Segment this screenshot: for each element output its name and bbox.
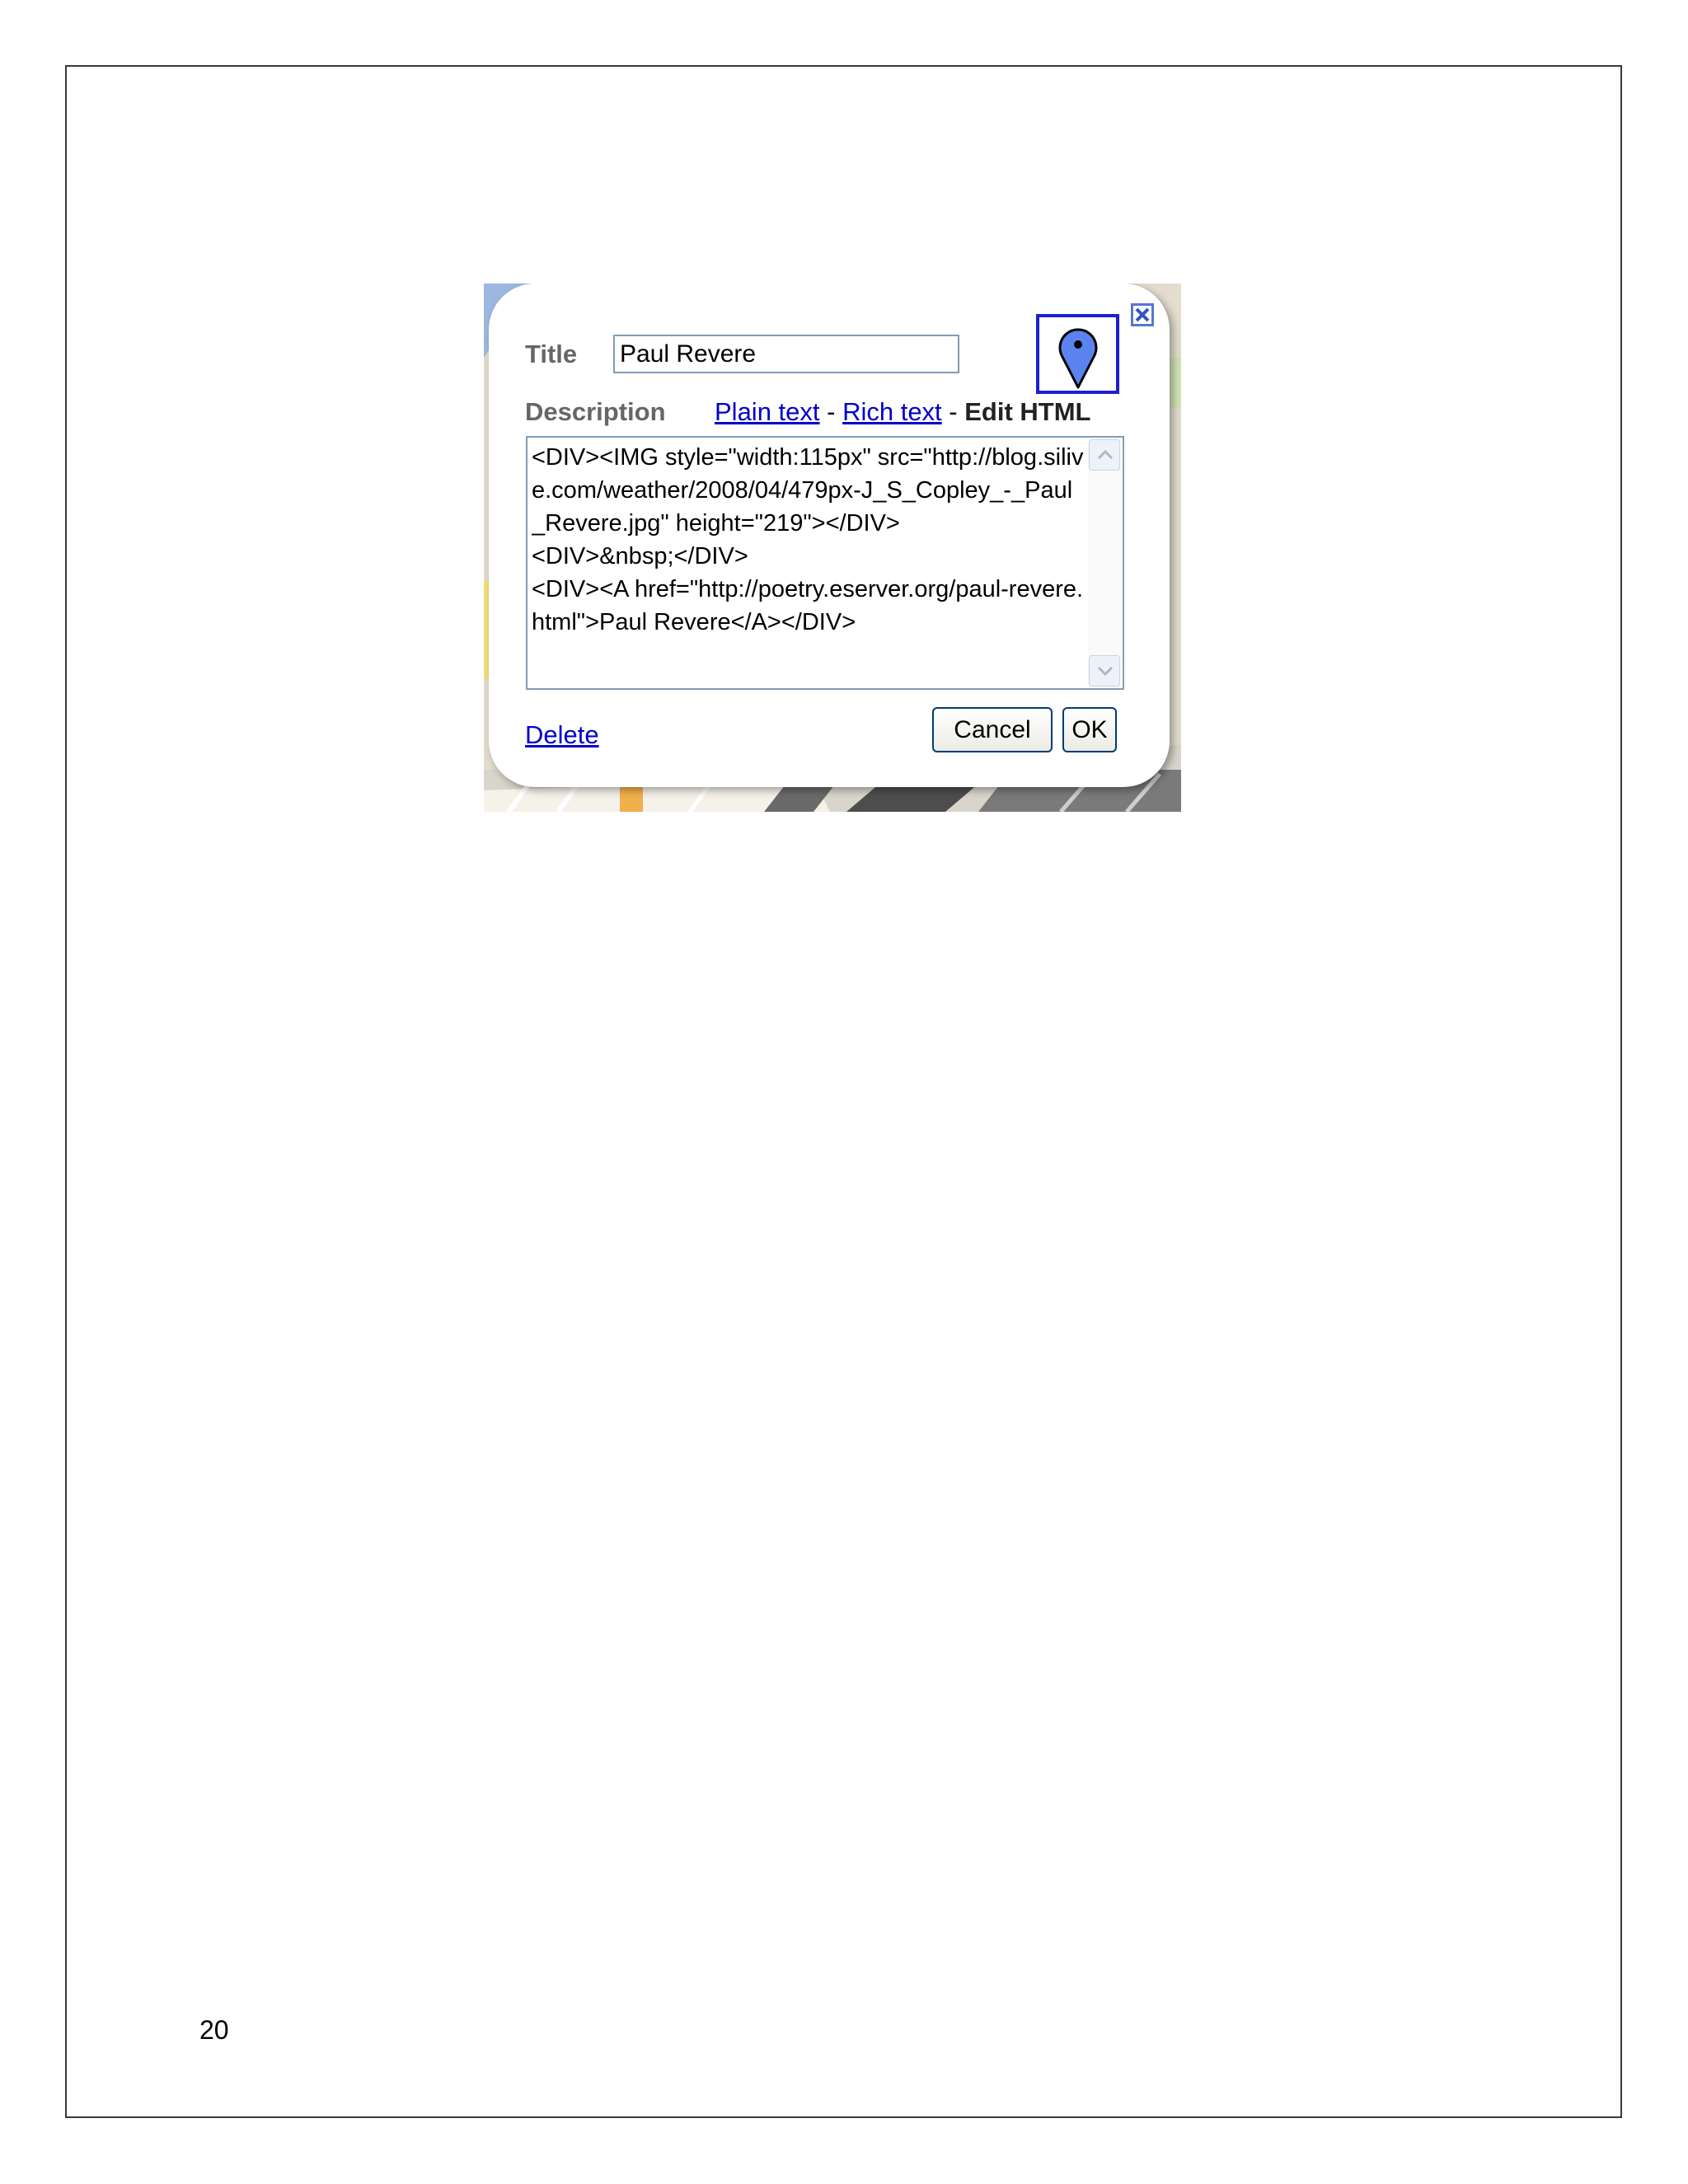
cancel-button[interactable]: Cancel: [932, 707, 1053, 752]
editor-scrollbar[interactable]: [1088, 439, 1121, 687]
map-edit-screenshot: Title Paul Revere Description Plain text…: [484, 284, 1181, 812]
mode-separator: -: [819, 397, 843, 426]
edit-placemark-dialog: Title Paul Revere Description Plain text…: [489, 284, 1170, 787]
plain-text-link[interactable]: Plain text: [715, 397, 820, 426]
scroll-up-button[interactable]: [1089, 439, 1120, 471]
placemark-icon-picker[interactable]: [1036, 314, 1119, 394]
chevron-down-icon: [1097, 666, 1114, 677]
map-pin-icon: [1058, 328, 1098, 389]
rich-text-link[interactable]: Rich text: [842, 397, 942, 426]
title-input[interactable]: Paul Revere: [613, 335, 959, 373]
ok-button[interactable]: OK: [1062, 707, 1117, 752]
close-icon[interactable]: [1131, 303, 1154, 326]
description-label: Description: [525, 397, 666, 426]
html-editor[interactable]: <DIV><IMG style="width:115px" src="http:…: [526, 436, 1124, 690]
chevron-up-icon: [1097, 449, 1114, 460]
html-editor-content[interactable]: <DIV><IMG style="width:115px" src="http:…: [532, 441, 1084, 685]
description-row: Description Plain text - Rich text - Edi…: [525, 397, 1151, 430]
title-label: Title: [525, 340, 578, 368]
editor-mode-switch: Plain text - Rich text - Edit HTML: [715, 397, 1091, 427]
scroll-down-button[interactable]: [1089, 655, 1120, 687]
mode-separator: -: [941, 397, 965, 426]
edit-html-mode: Edit HTML: [964, 397, 1091, 426]
page-number: 20: [199, 2015, 229, 2045]
delete-link[interactable]: Delete: [525, 720, 599, 750]
